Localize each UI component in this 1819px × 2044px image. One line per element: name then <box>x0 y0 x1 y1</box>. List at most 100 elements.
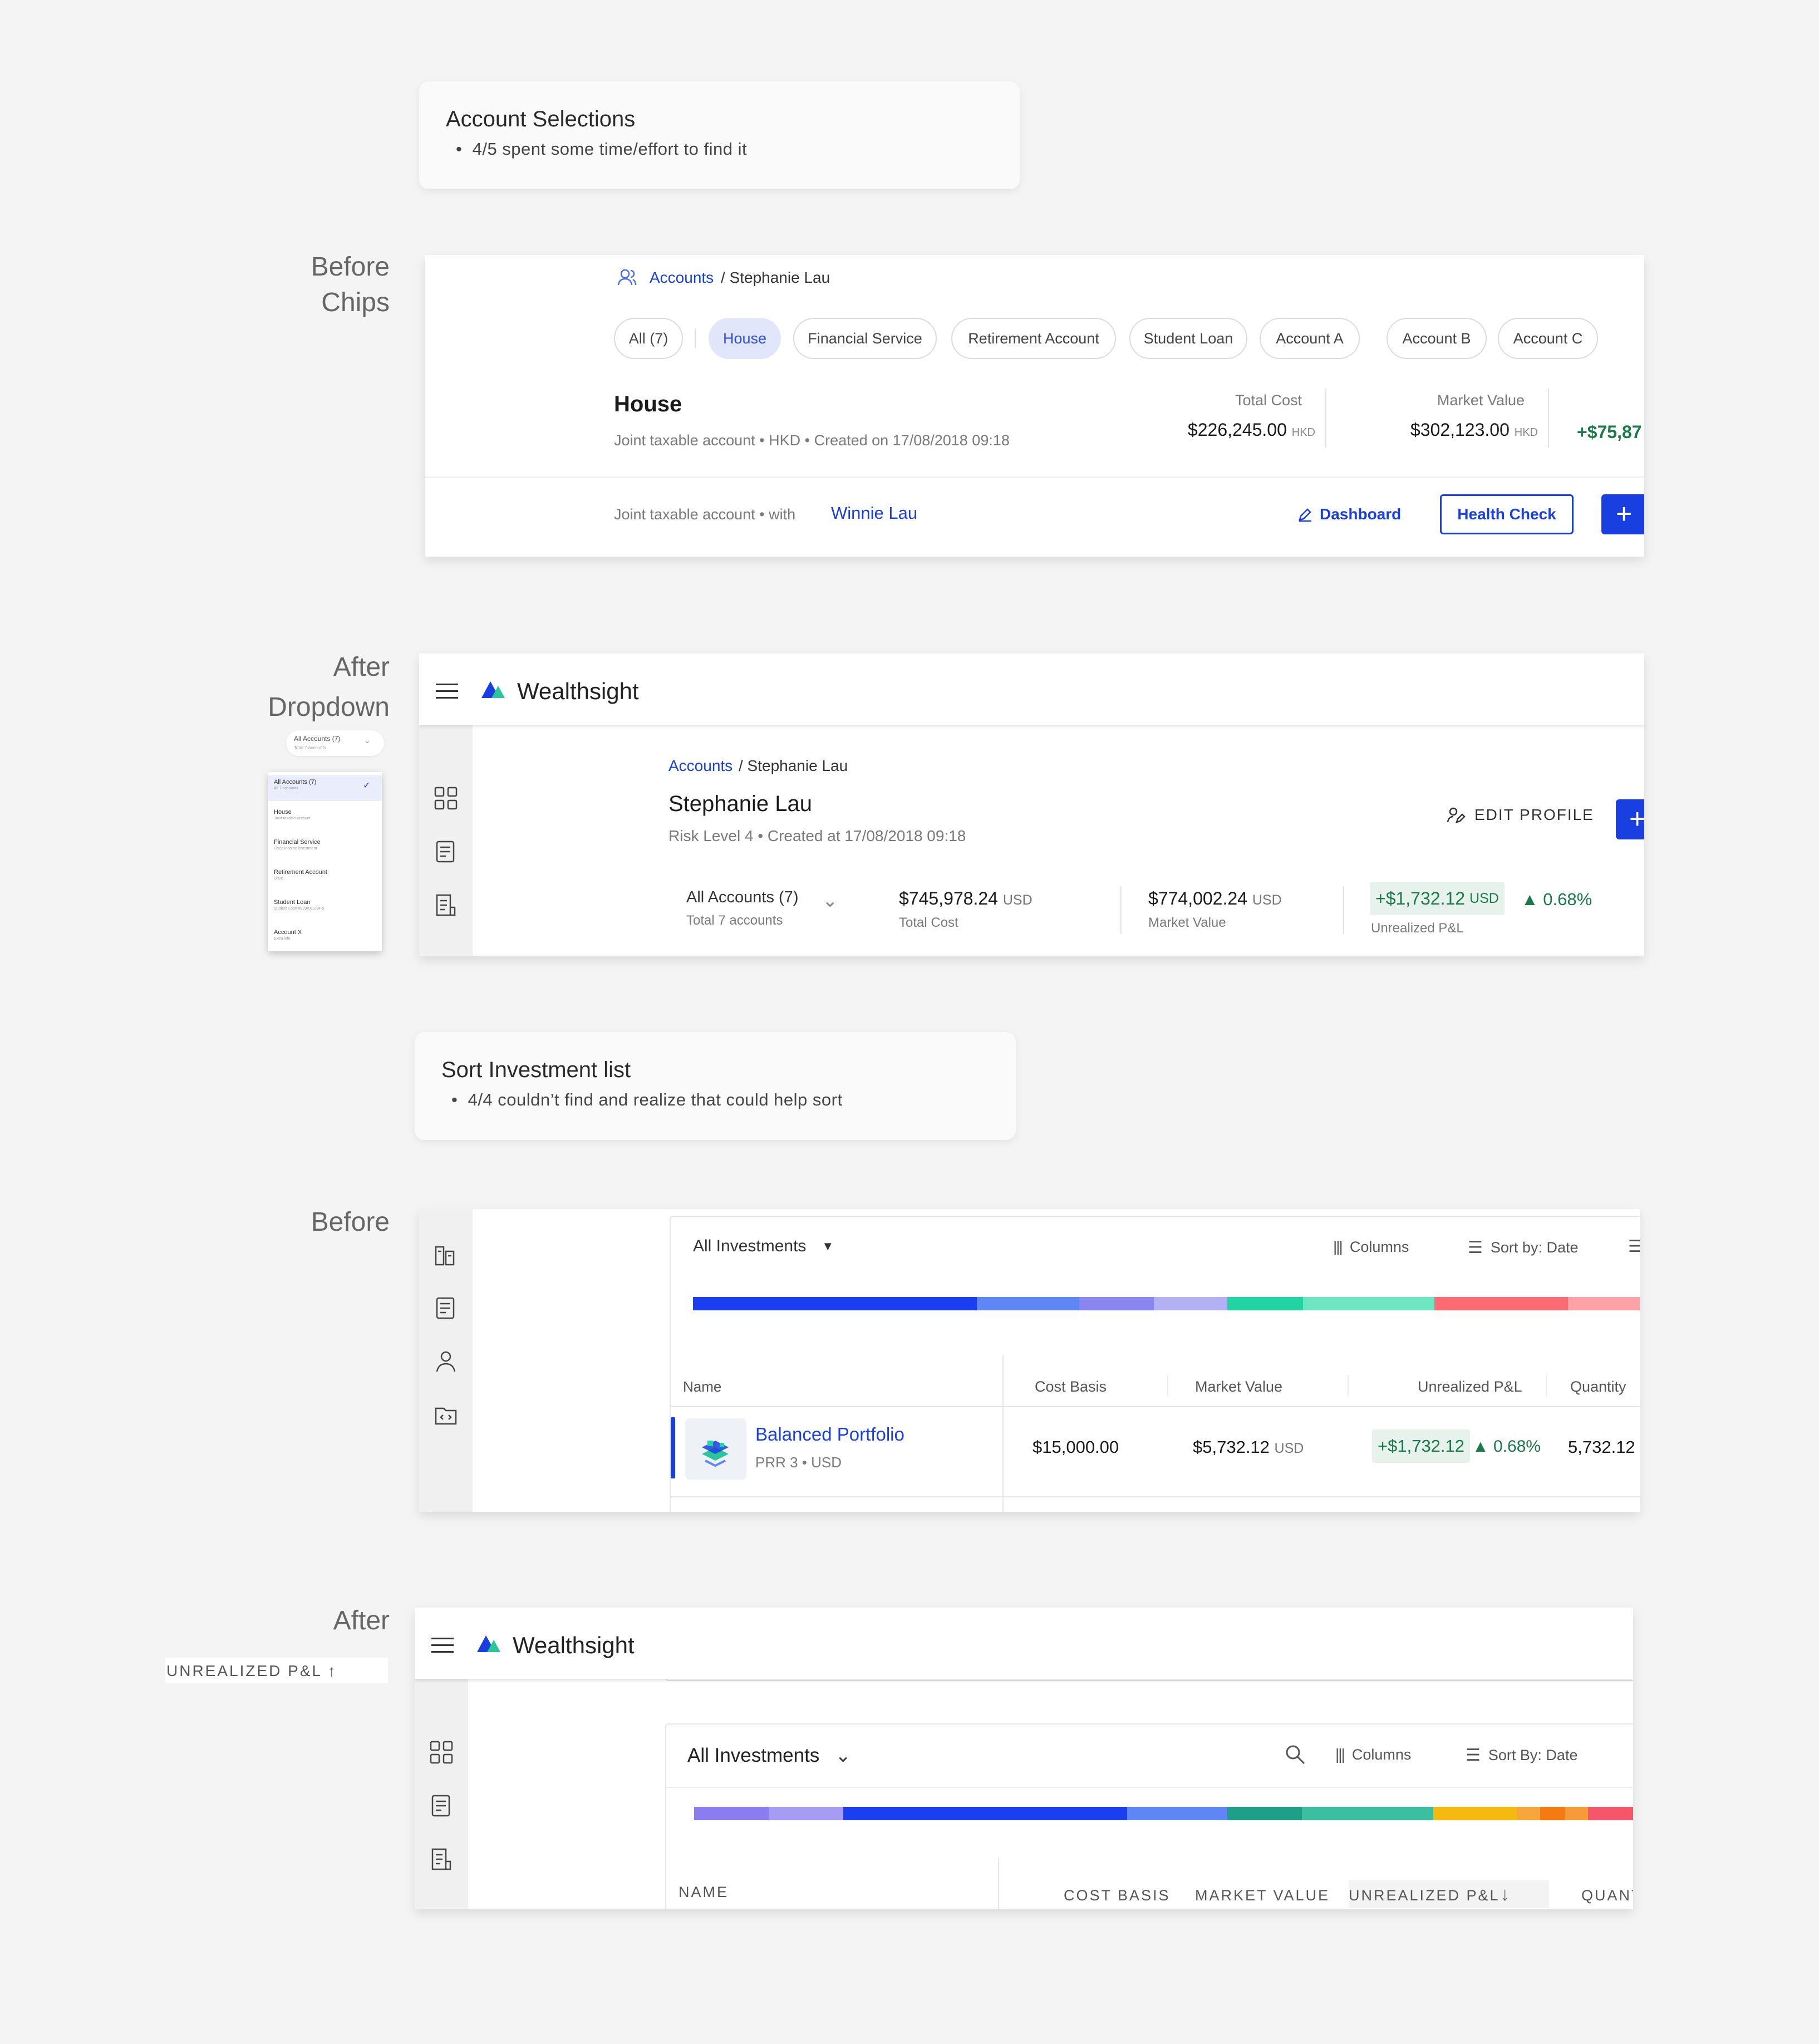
pnl-pct: ▲ 0.68% <box>1521 890 1592 909</box>
app-bar: Wealthsight <box>419 654 1644 725</box>
mini-dropdown-trigger[interactable]: All Accounts (7) Total 7 accounts ⌄ <box>286 730 384 756</box>
chip-account-c[interactable]: Account C <box>1498 318 1598 359</box>
dropdown-item[interactable]: Financial Service Fixed income investment <box>274 839 321 851</box>
report-icon[interactable] <box>434 893 458 917</box>
table-row[interactable]: Balanced Portfolio PRR 3 • USD $15,000.0… <box>671 1407 1640 1496</box>
allocation-segment <box>1303 1297 1434 1310</box>
investments-card: All Investments ⌄ ||| Columns ☰ Sort By:… <box>665 1723 1633 1909</box>
market-value-value: $774,002.24 USD <box>1148 888 1282 909</box>
portfolio-thumbnail-icon <box>685 1418 746 1480</box>
add-button[interactable]: + <box>1616 799 1644 839</box>
sort-button[interactable]: ☰ Sort By: Date <box>1466 1746 1577 1765</box>
columns-button[interactable]: ||| Columns <box>1333 1238 1409 1256</box>
allocation-segment <box>1588 1807 1633 1820</box>
allocation-segment <box>693 1297 977 1310</box>
allocation-bar <box>694 1807 1633 1820</box>
header-unrealized-pnl[interactable]: Unrealized P&L <box>1418 1378 1522 1396</box>
filter-icon[interactable]: ☰ <box>1628 1237 1640 1256</box>
account-selector-dropdown[interactable]: All Accounts (7) Total 7 accounts ⌄ <box>675 882 842 935</box>
add-button[interactable]: + <box>1601 494 1644 534</box>
person-icon[interactable] <box>434 1349 458 1374</box>
chip-student-loan[interactable]: Student Loan <box>1129 318 1247 359</box>
menu-icon[interactable] <box>436 684 458 699</box>
market-value-value: $302,123.00 HKD <box>1365 420 1538 440</box>
footer-link[interactable]: Winnie Lau <box>831 503 917 523</box>
arrow-down-icon: ↓ <box>1500 1884 1510 1905</box>
total-cost-value: $226,245.00 HKD <box>1143 420 1315 440</box>
header-quantity[interactable]: QUANT <box>1581 1887 1633 1904</box>
document-icon[interactable] <box>434 1296 458 1320</box>
breadcrumb-link[interactable]: Accounts <box>668 757 732 775</box>
quantity-cell: 5,732.12 <box>1568 1437 1635 1457</box>
grid-icon[interactable] <box>429 1740 454 1765</box>
allocation-segment <box>1227 1297 1303 1310</box>
chip-account-a[interactable]: Account A <box>1260 318 1360 359</box>
columns-button[interactable]: ||| Columns <box>1335 1746 1411 1763</box>
header-market-value[interactable]: Market Value <box>1195 1378 1282 1396</box>
stat-divider <box>1343 886 1344 934</box>
market-value-amount: $774,002.24 <box>1148 888 1247 908</box>
pnl-pct: ▲ 0.68% <box>1472 1437 1541 1456</box>
pnl-value: +$75,87 <box>1577 422 1642 442</box>
scale-icon[interactable] <box>434 1242 458 1267</box>
header-unrealized-pnl-sorted[interactable]: UNREALIZED P&L ↓ <box>1349 1880 1549 1908</box>
grid-icon[interactable] <box>434 786 458 810</box>
cost-basis-cell: $15,000.00 <box>1033 1437 1119 1457</box>
allocation-segment <box>1568 1297 1640 1310</box>
header-market-value[interactable]: MARKET VALUE <box>1195 1887 1330 1904</box>
accounts-icon <box>617 268 637 287</box>
filter-dropdown[interactable]: All Investments ▼ <box>693 1237 834 1256</box>
header-unrealized-pnl: UNREALIZED P&L <box>1349 1887 1500 1904</box>
dashboard-button[interactable]: Dashboard <box>1297 494 1401 534</box>
health-check-button[interactable]: Health Check <box>1440 494 1574 534</box>
divider <box>425 476 1644 478</box>
document-icon[interactable] <box>429 1794 454 1818</box>
investment-name[interactable]: Balanced Portfolio <box>755 1424 904 1445</box>
dropdown-item[interactable]: Retirement Account Drive <box>274 869 327 881</box>
chip-financial-service[interactable]: Financial Service <box>793 318 937 359</box>
header-name[interactable]: NAME <box>679 1884 729 1901</box>
client-name: Stephanie Lau <box>668 792 813 816</box>
edit-profile-button[interactable]: EDIT PROFILE <box>1447 806 1594 824</box>
breadcrumb-link[interactable]: Accounts <box>650 269 714 287</box>
report-icon[interactable] <box>429 1847 454 1871</box>
chip-account-b[interactable]: Account B <box>1387 318 1487 359</box>
search-icon[interactable] <box>1284 1743 1306 1766</box>
header-name[interactable]: Name <box>683 1378 721 1396</box>
market-value-label: Market Value <box>1437 392 1525 409</box>
chip-all[interactable]: All (7) <box>614 318 683 359</box>
dropdown-item[interactable]: All Accounts (7) All 7 accounts <box>274 779 316 790</box>
card-divider <box>666 1787 1633 1788</box>
note-title: Account Selections <box>446 107 636 131</box>
chip-house[interactable]: House <box>709 318 781 359</box>
filter-dropdown[interactable]: All Investments ⌄ <box>687 1745 851 1767</box>
row-divider <box>671 1496 1640 1497</box>
allocation-segment <box>1079 1297 1154 1310</box>
label-chips: Chips <box>321 288 390 317</box>
dropdown-item[interactable]: Account X Extra info <box>274 929 302 941</box>
allocation-segment <box>1540 1807 1565 1820</box>
brand-name: Wealthsight <box>517 678 639 704</box>
menu-icon[interactable] <box>431 1638 454 1653</box>
label-dropdown: Dropdown <box>268 692 390 722</box>
columns-label: Columns <box>1351 1746 1412 1763</box>
market-value-ccy: HKD <box>1514 426 1538 439</box>
allocation-segment <box>769 1807 843 1820</box>
chip-retirement-account[interactable]: Retirement Account <box>951 318 1116 359</box>
dropdown-item[interactable]: Student Loan Student Loan 8929XX1234-5 <box>274 899 324 911</box>
allocation-segment <box>1227 1807 1302 1820</box>
row-indicator <box>671 1417 675 1478</box>
document-icon[interactable] <box>434 839 458 864</box>
header-cost-basis[interactable]: COST BASIS <box>1064 1887 1171 1904</box>
sort-button[interactable]: ☰ Sort by: Date <box>1468 1238 1578 1257</box>
code-folder-icon[interactable] <box>434 1403 458 1427</box>
total-cost-amount: $745,978.24 <box>899 888 998 908</box>
header-cost-basis[interactable]: Cost Basis <box>1035 1378 1107 1396</box>
note-bullet: • 4/5 spent some time/effort to find it <box>456 139 748 159</box>
brand-name: Wealthsight <box>513 1632 635 1658</box>
dropdown-item[interactable]: House Joint taxable account <box>274 809 311 820</box>
trigger-title: All Accounts (7) <box>294 735 341 743</box>
mini-dropdown-menu: All Accounts (7) All 7 accounts ✓ House Jo… <box>268 772 382 951</box>
footer-text: Joint taxable account • with <box>614 506 796 523</box>
header-quantity[interactable]: Quantity <box>1570 1378 1626 1396</box>
